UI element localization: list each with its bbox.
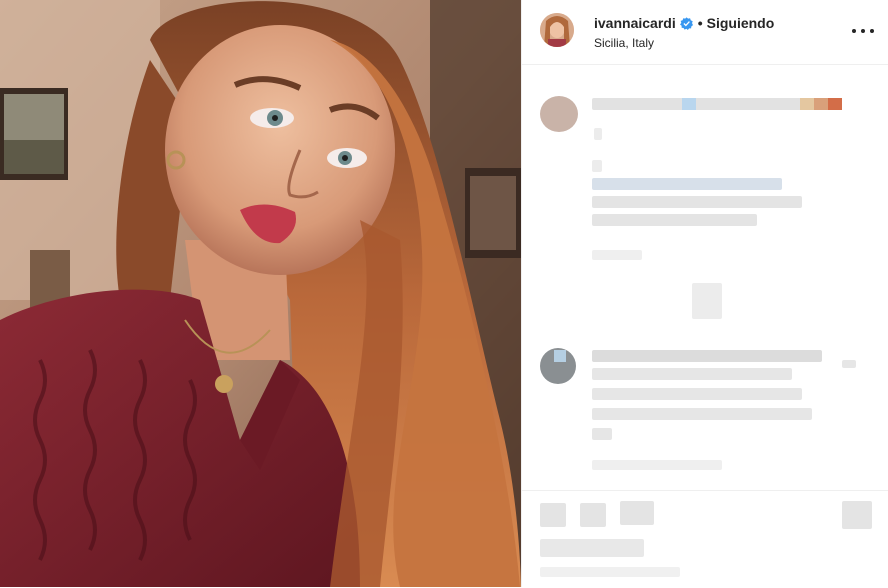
username-link[interactable]: ivannaicardi	[594, 15, 676, 31]
more-options-icon[interactable]	[852, 22, 874, 40]
post-detail-panel: ivannaicardi • Siguiendo Sicilia, Italy	[521, 0, 888, 587]
verified-badge-icon	[679, 16, 693, 30]
post-header: ivannaicardi • Siguiendo Sicilia, Italy	[522, 0, 888, 65]
separator-dot: •	[697, 15, 703, 31]
avatar[interactable]	[540, 13, 574, 47]
user-line: ivannaicardi • Siguiendo	[594, 15, 774, 31]
location-link[interactable]: Sicilia, Italy	[594, 36, 654, 50]
following-button[interactable]: Siguiendo	[707, 15, 775, 31]
post-photo[interactable]	[0, 0, 521, 587]
blurred-actions	[522, 490, 888, 588]
